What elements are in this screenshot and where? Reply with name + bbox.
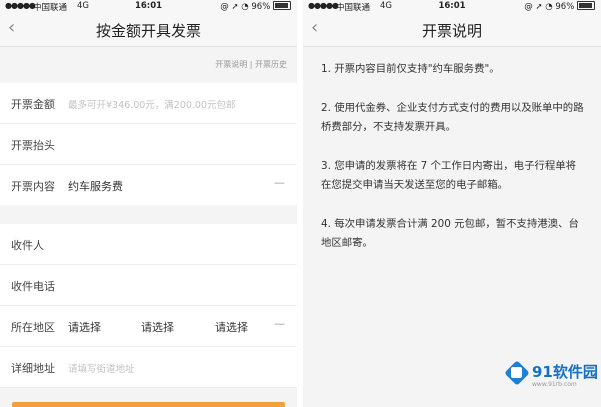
battery-icon [273,1,291,10]
phone-label: 收件电话 [11,280,55,293]
region-row: 所在地区 请选择 请选择 请选择 — [0,306,297,347]
invoice-content-row[interactable]: 开票内容 约车服务费 — [0,165,297,205]
instruction-item: 3. 您申请的发票将在 7 个工作日内寄出，电子行程单将在您提交申请当天发送至您… [321,160,577,191]
instructions-list: 1. 开票内容目前仅支持"约车服务费"。 2. 使用代金券、企业支付方式支付的费… [321,60,585,273]
watermark-url: www.91rb.com [532,381,577,388]
invoice-header-row[interactable]: 开票抬头 [0,124,297,165]
status-right: @ ➚ ◔ 96% [524,1,595,12]
district-select[interactable]: 请选择 [215,319,248,335]
amount-row[interactable]: 开票金额 最多可开¥346.00元，满200.00元包邮 [0,83,297,124]
instruction-item: 1. 开票内容目前仅支持"约车服务费"。 [321,63,500,75]
recipient-row[interactable]: 收件人 [0,224,297,265]
invoice-info-section: 开票金额 最多可开¥346.00元，满200.00元包邮 开票抬头 开票内容 约… [0,83,297,205]
nav-bar: ‹ 开票说明 [303,14,601,47]
city-select[interactable]: 请选择 [141,319,174,335]
recipient-label: 收件人 [11,239,44,252]
page-title: 按金额开具发票 [95,22,201,40]
invoice-content-value: 约车服务费 [68,180,123,193]
content-select-icon[interactable]: — [274,176,285,189]
shipping-section: 收件人 收件电话 所在地区 请选择 请选择 请选择 — 详细地址 请填写街道地址 [0,224,297,388]
cube-logo-inner [511,367,522,378]
invoice-header-label: 开票抬头 [11,139,55,152]
amount-input[interactable]: 最多可开¥346.00元，满200.00元包邮 [68,97,236,111]
instruction-item: 4. 每次申请发票合计满 200 元包邮，暂不支持港澳、台地区邮寄。 [321,218,579,249]
status-icons: @ ➚ ◔ 96% [220,2,271,12]
address-row[interactable]: 详细地址 请填写街道地址 [0,347,297,388]
province-select[interactable]: 请选择 [68,319,101,335]
status-bar: ●●●●● 中国联通 4G 16:01 @ ➚ ◔ 96% [303,0,601,14]
address-label: 详细地址 [11,362,55,375]
status-bar: ●●●●● 中国联通 4G 16:01 @ ➚ ◔ 96% [0,0,297,14]
status-icons: @ ➚ ◔ 96% [524,2,575,12]
submit-button[interactable] [12,402,285,407]
battery-icon [577,1,595,10]
amount-label: 开票金额 [11,98,55,111]
invoice-by-amount-screen: ●●●●● 中国联通 4G 16:01 @ ➚ ◔ 96% ‹ 按金额开具发票 … [0,0,297,407]
status-right: @ ➚ ◔ 96% [220,1,291,12]
invoice-content-label: 开票内容 [11,180,55,193]
invoice-links-bar: 开票说明 | 开票历史 [0,47,297,83]
region-label: 所在地区 [11,321,55,334]
address-input[interactable]: 请填写街道地址 [68,361,135,375]
instruction-item: 2. 使用代金券、企业支付方式支付的费用以及账单中的路桥费部分，不支持发票开具。 [321,102,584,133]
watermark-brand: 91软件园 [532,363,598,381]
invoice-links[interactable]: 开票说明 | 开票历史 [215,59,287,70]
invoice-instructions-screen: ●●●●● 中国联通 4G 16:01 @ ➚ ◔ 96% ‹ 开票说明 1. … [303,0,601,407]
watermark-logo: 91软件园 www.91rb.com [504,359,598,403]
page-title: 开票说明 [421,22,482,40]
phone-row[interactable]: 收件电话 [0,265,297,306]
region-select-icon[interactable]: — [274,317,285,330]
nav-bar: ‹ 按金额开具发票 [0,14,297,47]
